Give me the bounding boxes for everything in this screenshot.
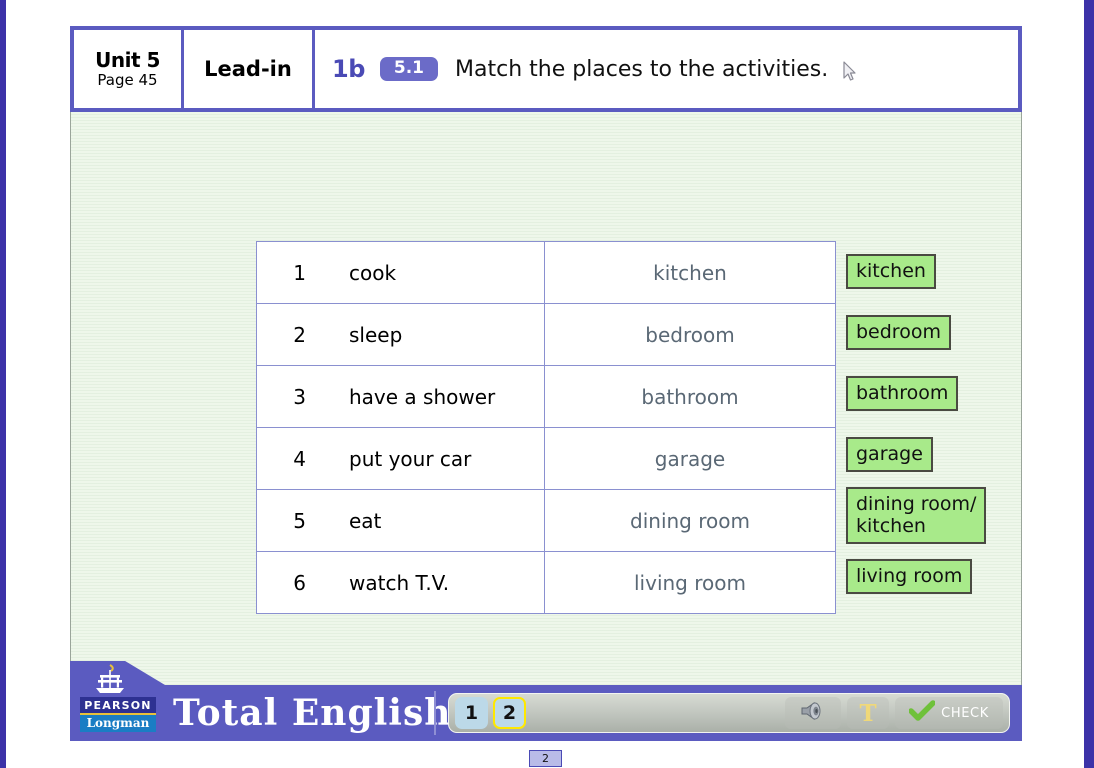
- text-tool-label: T: [859, 699, 877, 727]
- activity-text: cook: [309, 242, 545, 303]
- matching-table: 1 cook kitchen 2 sleep bedroom 3 have a …: [256, 241, 836, 614]
- activity-text: eat: [309, 490, 545, 551]
- audio-track-badge[interactable]: 5.1: [379, 57, 439, 81]
- chip-slot: bathroom: [846, 363, 1026, 424]
- activity-text: sleep: [309, 304, 545, 365]
- table-row: 3 have a shower bathroom: [257, 366, 835, 428]
- table-row: 4 put your car garage: [257, 428, 835, 490]
- row-number: 6: [293, 570, 306, 595]
- draggable-word-chip[interactable]: bathroom: [846, 375, 959, 412]
- chip-slot: garage: [846, 424, 1026, 485]
- page-button-2[interactable]: 2: [493, 697, 526, 729]
- instruction-text: Match the places to the activities.: [455, 56, 829, 82]
- row-number: 2: [293, 322, 306, 347]
- exercise-content: 1 cook kitchen 2 sleep bedroom 3 have a …: [70, 112, 1022, 685]
- activity-text: put your car: [309, 428, 545, 489]
- draggable-word-chip[interactable]: dining room/ kitchen: [846, 486, 987, 545]
- answer-dropzone[interactable]: living room: [545, 552, 835, 613]
- row-number: 3: [293, 384, 306, 409]
- draggable-word-chip[interactable]: living room: [846, 558, 973, 595]
- answer-dropzone[interactable]: bathroom: [545, 366, 835, 427]
- row-number: 5: [293, 508, 306, 533]
- page-label: Page 45: [97, 71, 158, 89]
- row-number: 1: [293, 260, 306, 285]
- unit-label: Unit 5: [95, 48, 160, 72]
- course-title: Total English: [173, 692, 452, 734]
- table-row: 6 watch T.V. living room: [257, 552, 835, 613]
- exercise-number: 1b: [332, 55, 365, 83]
- chip-slot: bedroom: [846, 302, 1026, 363]
- table-row: 2 sleep bedroom: [257, 304, 835, 366]
- table-row: 1 cook kitchen: [257, 242, 835, 304]
- chip-slot: kitchen: [846, 241, 1026, 302]
- publisher-wordmark: PEARSON Longman: [80, 697, 156, 732]
- app-footer: PEARSON Longman Total English 1 2 T CHEC…: [70, 661, 1022, 741]
- sailing-ship-icon: [92, 663, 128, 695]
- activity-text: watch T.V.: [309, 552, 545, 613]
- row-number: 4: [293, 446, 306, 471]
- green-checkmark-icon: [908, 700, 936, 726]
- answer-dropzone[interactable]: garage: [545, 428, 835, 489]
- answer-dropzone[interactable]: bedroom: [545, 304, 835, 365]
- exercise-header: Unit 5 Page 45 Lead-in 1b 5.1 Match the …: [70, 26, 1022, 112]
- right-edge-strip: [1084, 0, 1094, 768]
- longman-label: Longman: [80, 715, 156, 732]
- page-indicator-badge: 2: [529, 750, 562, 767]
- page-button-1[interactable]: 1: [455, 697, 488, 729]
- control-tray: 1 2 T CHECK: [448, 693, 1010, 733]
- draggable-word-chip[interactable]: bedroom: [846, 314, 951, 351]
- courseware-app: Unit 5 Page 45 Lead-in 1b 5.1 Match the …: [70, 26, 1022, 741]
- draggable-word-chip[interactable]: garage: [846, 436, 933, 473]
- chip-slot: dining room/ kitchen: [846, 485, 1026, 546]
- chip-slot: living room: [846, 546, 1026, 607]
- speaker-icon: [798, 699, 828, 727]
- activity-text: have a shower: [309, 366, 545, 427]
- section-label: Lead-in: [184, 30, 315, 108]
- check-button-label: CHECK: [941, 705, 989, 721]
- audio-play-button[interactable]: [785, 697, 841, 729]
- task-bar: 1b 5.1 Match the places to the activitie…: [315, 30, 1018, 108]
- pearson-label: PEARSON: [80, 697, 156, 715]
- check-answers-button[interactable]: CHECK: [895, 697, 1003, 729]
- mouse-pointer-icon: [842, 61, 858, 83]
- word-bank: kitchen bedroom bathroom garage dining r…: [846, 241, 1026, 607]
- table-row: 5 eat dining room: [257, 490, 835, 552]
- answer-dropzone[interactable]: kitchen: [545, 242, 835, 303]
- unit-indicator: Unit 5 Page 45: [74, 30, 184, 108]
- footer-divider: [434, 691, 436, 735]
- answer-dropzone[interactable]: dining room: [545, 490, 835, 551]
- application-screenshot: Unit 5 Page 45 Lead-in 1b 5.1 Match the …: [0, 0, 1094, 768]
- left-edge-strip: [0, 0, 6, 768]
- text-tool-button[interactable]: T: [847, 697, 889, 729]
- draggable-word-chip[interactable]: kitchen: [846, 253, 936, 290]
